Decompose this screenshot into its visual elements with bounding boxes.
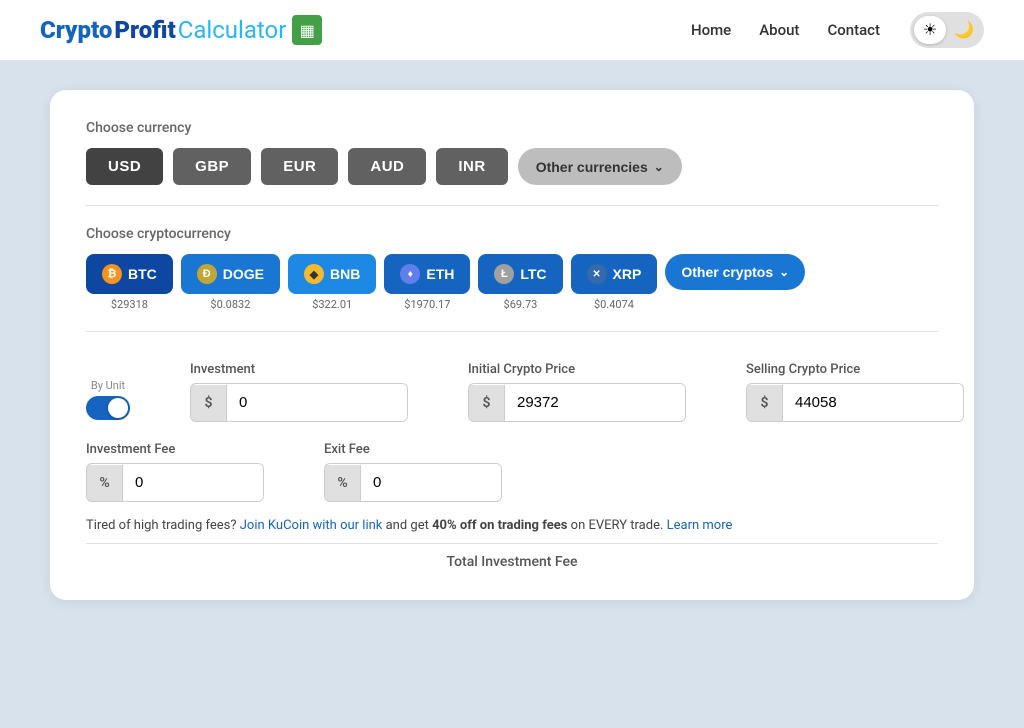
main-card: Choose currency USD GBP EUR AUD INR Othe… bbox=[50, 90, 974, 600]
investment-input[interactable] bbox=[227, 384, 407, 421]
currency-gbp[interactable]: GBP bbox=[173, 148, 251, 185]
investment-fee-group: Investment Fee % bbox=[86, 442, 264, 502]
initial-price-group: Initial Crypto Price $ bbox=[468, 362, 686, 422]
crypto-doge-wrap: Ð DOGE $0.0832 bbox=[181, 254, 280, 311]
currency-aud[interactable]: AUD bbox=[348, 148, 426, 185]
crypto-eth[interactable]: ♦ ETH bbox=[384, 254, 470, 294]
exit-fee-label: Exit Fee bbox=[324, 442, 502, 457]
doge-price: $0.0832 bbox=[210, 298, 250, 311]
other-currencies-label: Other currencies bbox=[536, 159, 648, 175]
selling-price-label: Selling Crypto Price bbox=[746, 362, 964, 377]
selling-price-input[interactable] bbox=[783, 384, 963, 421]
crypto-bnb-wrap: ◆ BNB $322.01 bbox=[288, 254, 376, 311]
theme-toggle: ☀ 🌙 bbox=[910, 12, 984, 48]
selling-price-prefix: $ bbox=[747, 385, 783, 421]
kucoin-link[interactable]: Join KuCoin with our link bbox=[240, 518, 383, 533]
crypto-bnb[interactable]: ◆ BNB bbox=[288, 254, 376, 294]
bnb-price: $322.01 bbox=[312, 298, 352, 311]
btc-icon: ₿ bbox=[102, 264, 122, 284]
investment-label: Investment bbox=[190, 362, 408, 377]
crypto-ltc[interactable]: Ł LTC bbox=[478, 254, 562, 294]
info-text: Tired of high trading fees? Join KuCoin … bbox=[86, 518, 938, 544]
nav-about[interactable]: About bbox=[759, 21, 799, 39]
doge-icon: Ð bbox=[197, 264, 217, 284]
by-unit-toggle[interactable] bbox=[86, 396, 130, 420]
crypto-other-wrap: Other cryptos ⌄ bbox=[665, 254, 805, 290]
calculator-icon: ▦ bbox=[292, 15, 322, 45]
logo-profit: Profit bbox=[114, 16, 175, 44]
dark-theme-button[interactable]: 🌙 bbox=[948, 16, 980, 44]
selling-price-input-wrap: $ bbox=[746, 383, 964, 422]
investment-group: Investment $ bbox=[190, 362, 408, 422]
xrp-price: $0.4074 bbox=[594, 298, 634, 311]
crypto-buttons: ₿ BTC $29318 Ð DOGE $0.0832 ◆ BNB $322.0… bbox=[86, 254, 938, 311]
bnb-icon: ◆ bbox=[304, 264, 324, 284]
chevron-down-icon: ⌄ bbox=[779, 265, 789, 279]
crypto-xrp[interactable]: ✕ XRP bbox=[571, 254, 658, 294]
investment-row: By Unit Investment $ Initial Cry bbox=[86, 362, 938, 422]
investment-prefix: $ bbox=[191, 385, 227, 421]
nav-contact[interactable]: Contact bbox=[827, 21, 880, 39]
selling-price-group: Selling Crypto Price $ bbox=[746, 362, 964, 422]
crypto-xrp-wrap: ✕ XRP $0.4074 bbox=[571, 254, 658, 311]
toggle-knob bbox=[108, 398, 128, 418]
learn-more-link[interactable]: Learn more bbox=[667, 518, 733, 533]
total-investment-label: Total Investment Fee bbox=[86, 554, 938, 570]
crypto-other[interactable]: Other cryptos ⌄ bbox=[665, 254, 805, 290]
currency-other[interactable]: Other currencies ⌄ bbox=[518, 148, 682, 185]
eth-price: $1970.17 bbox=[404, 298, 450, 311]
logo[interactable]: Crypto Profit Calculator ▦ bbox=[40, 15, 691, 45]
exit-fee-input-wrap: % bbox=[324, 463, 502, 502]
investment-fee-label: Investment Fee bbox=[86, 442, 264, 457]
exit-fee-group: Exit Fee % bbox=[324, 442, 502, 502]
initial-price-input-wrap: $ bbox=[468, 383, 686, 422]
fee-row: Investment Fee % Exit Fee % bbox=[86, 442, 938, 502]
investment-fee-input[interactable] bbox=[123, 464, 263, 501]
currency-eur[interactable]: EUR bbox=[261, 148, 338, 185]
crypto-ltc-wrap: Ł LTC $69.73 bbox=[478, 254, 562, 311]
nav-links: Home About Contact bbox=[691, 21, 880, 39]
nav-home[interactable]: Home bbox=[691, 21, 731, 39]
initial-price-input[interactable] bbox=[505, 384, 685, 421]
crypto-btc-wrap: ₿ BTC $29318 bbox=[86, 254, 173, 311]
initial-price-prefix: $ bbox=[469, 385, 505, 421]
crypto-doge[interactable]: Ð DOGE bbox=[181, 254, 280, 294]
logo-calculator: Calculator bbox=[178, 16, 287, 44]
initial-price-label: Initial Crypto Price bbox=[468, 362, 686, 377]
investment-input-wrap: $ bbox=[190, 383, 408, 422]
exit-fee-prefix: % bbox=[325, 465, 361, 501]
currency-inr[interactable]: INR bbox=[436, 148, 507, 185]
light-theme-button[interactable]: ☀ bbox=[914, 16, 946, 44]
by-unit-label: By Unit bbox=[86, 379, 130, 392]
currency-usd[interactable]: USD bbox=[86, 148, 163, 185]
investment-fee-prefix: % bbox=[87, 465, 123, 501]
toggle-wrap bbox=[86, 396, 130, 422]
eth-icon: ♦ bbox=[400, 264, 420, 284]
currency-buttons: USD GBP EUR AUD INR Other currencies ⌄ bbox=[86, 148, 938, 185]
xrp-icon: ✕ bbox=[587, 264, 607, 284]
logo-crypto: Crypto bbox=[40, 16, 112, 44]
ltc-price: $69.73 bbox=[504, 298, 538, 311]
chevron-down-icon: ⌄ bbox=[654, 160, 664, 174]
crypto-btc[interactable]: ₿ BTC bbox=[86, 254, 173, 294]
investment-fee-input-wrap: % bbox=[86, 463, 264, 502]
btc-price: $29318 bbox=[111, 298, 148, 311]
crypto-eth-wrap: ♦ ETH $1970.17 bbox=[384, 254, 470, 311]
exit-fee-input[interactable] bbox=[361, 464, 501, 501]
ltc-icon: Ł bbox=[494, 264, 514, 284]
currency-section-label: Choose currency bbox=[86, 120, 938, 136]
crypto-section-label: Choose cryptocurrency bbox=[86, 226, 938, 242]
inputs-area: By Unit Investment $ Initial Cry bbox=[86, 362, 938, 570]
